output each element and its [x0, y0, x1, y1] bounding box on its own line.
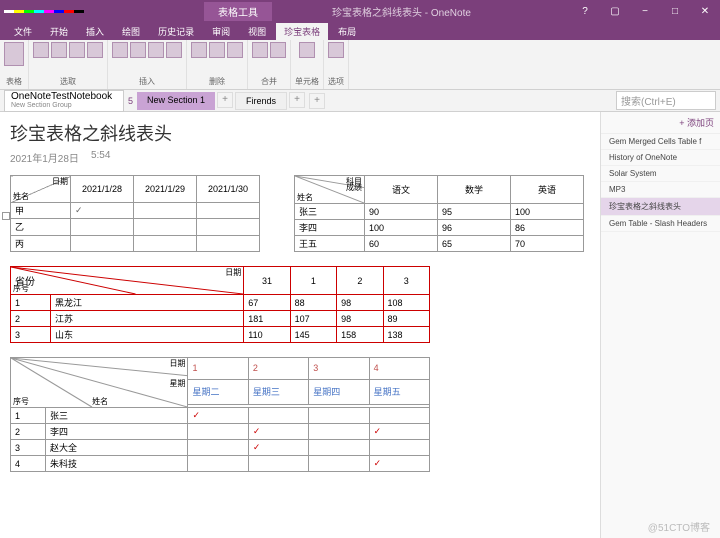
- ribbon-button[interactable]: [112, 42, 128, 58]
- ribbon-button[interactable]: [227, 42, 243, 58]
- menu-bar: 文件开始插入绘图历史记录审阅视图珍宝表格布局: [0, 22, 720, 40]
- ribbon-group-label: 选项: [328, 76, 344, 87]
- ribbon-group-label: 插入: [139, 76, 155, 87]
- ribbon-group-label: 删除: [209, 76, 225, 87]
- add-page-tab[interactable]: +: [289, 92, 305, 108]
- ribbon-group-3: 删除: [187, 40, 248, 89]
- ribbon-group-5: 单元格: [291, 40, 324, 89]
- ribbon-options-button[interactable]: ▢: [600, 0, 630, 22]
- menu-tab-4[interactable]: 历史记录: [150, 23, 202, 40]
- table-4[interactable]: 日期星期姓名序号1234星期二星期三星期四星期五1张三✓2李四✓✓3赵大全✓4朱…: [10, 357, 430, 472]
- contextual-tab-label: 表格工具: [204, 2, 272, 21]
- container-handle[interactable]: [2, 212, 10, 220]
- ribbon-button[interactable]: [148, 42, 164, 58]
- window-title: 珍宝表格之斜线表头 - OneNote: [332, 4, 471, 19]
- page-list-item[interactable]: MP3: [601, 182, 720, 198]
- table-1[interactable]: 日期姓名2021/1/282021/1/292021/1/30甲✓乙丙: [10, 175, 260, 252]
- minimize-button[interactable]: −: [630, 0, 660, 22]
- menu-tab-3[interactable]: 绘图: [114, 23, 148, 40]
- ribbon-button[interactable]: [328, 42, 344, 58]
- notebook-badge: 5: [128, 96, 133, 106]
- page-list-sidebar: + 添加页 Gem Merged Cells Table fHistory of…: [600, 112, 720, 538]
- notebook-name: OneNoteTestNotebook: [11, 92, 117, 101]
- help-button[interactable]: ?: [570, 0, 600, 22]
- notebook-bar: OneNoteTestNotebook New Section Group 5 …: [0, 90, 720, 112]
- ribbon-group-4: 合并: [248, 40, 291, 89]
- section-tab[interactable]: New Section 1: [137, 92, 215, 110]
- ribbon: 表格 选取 插入 删除 合并 单元格选项: [0, 40, 720, 90]
- ribbon-button[interactable]: [252, 42, 268, 58]
- page-list-item[interactable]: 珍宝表格之斜线表头: [601, 198, 720, 216]
- table-2[interactable]: 科目成绩姓名语文数学英语张三9095100李四1009686王五606570: [294, 175, 584, 252]
- ribbon-button[interactable]: [270, 42, 286, 58]
- ribbon-button[interactable]: [166, 42, 182, 58]
- ribbon-button[interactable]: [4, 42, 24, 66]
- ribbon-button[interactable]: [51, 42, 67, 58]
- ribbon-button[interactable]: [209, 42, 225, 58]
- menu-tab-0[interactable]: 文件: [6, 23, 40, 40]
- add-section-button[interactable]: +: [309, 93, 325, 109]
- ribbon-group-1: 选取: [29, 40, 108, 89]
- ribbon-button[interactable]: [130, 42, 146, 58]
- menu-tab-1[interactable]: 开始: [42, 23, 76, 40]
- maximize-button[interactable]: □: [660, 0, 690, 22]
- menu-tab-5[interactable]: 审阅: [204, 23, 238, 40]
- ribbon-group-6: 选项: [324, 40, 349, 89]
- pen-color-row: [4, 9, 84, 13]
- page-list-item[interactable]: Solar System: [601, 166, 720, 182]
- ribbon-group-label: 表格: [6, 76, 22, 87]
- menu-tab-8[interactable]: 布局: [330, 23, 364, 40]
- ribbon-button[interactable]: [69, 42, 85, 58]
- ribbon-group-0: 表格: [0, 40, 29, 89]
- title-bar: 表格工具 珍宝表格之斜线表头 - OneNote ? ▢ − □ ✕: [0, 0, 720, 22]
- ribbon-button[interactable]: [33, 42, 49, 58]
- ribbon-button[interactable]: [191, 42, 207, 58]
- notebook-selector[interactable]: OneNoteTestNotebook New Section Group: [4, 90, 124, 112]
- ribbon-group-label: 单元格: [295, 76, 319, 87]
- watermark: @51CTO博客: [648, 519, 710, 534]
- ribbon-group-label: 选取: [60, 76, 76, 87]
- add-page-tab[interactable]: +: [217, 92, 233, 108]
- menu-tab-2[interactable]: 插入: [78, 23, 112, 40]
- menu-tab-6[interactable]: 视图: [240, 23, 274, 40]
- ribbon-group-2: 插入: [108, 40, 187, 89]
- ribbon-group-label: 合并: [261, 76, 277, 87]
- page-canvas[interactable]: 珍宝表格之斜线表头 2021年1月28日 5:54 日期姓名2021/1/282…: [0, 112, 600, 538]
- section-group-name: New Section Group: [11, 101, 117, 110]
- page-time: 5:54: [91, 150, 110, 165]
- ribbon-button[interactable]: [87, 42, 103, 58]
- section-tab[interactable]: Firends: [235, 92, 287, 110]
- table-3[interactable]: 日期省份序号311231黑龙江6788981082江苏18110798893山东…: [10, 266, 430, 343]
- add-page-button[interactable]: + 添加页: [601, 112, 720, 134]
- page-list-item[interactable]: Gem Merged Cells Table f: [601, 134, 720, 150]
- ribbon-button[interactable]: [299, 42, 315, 58]
- page-list-item[interactable]: History of OneNote: [601, 150, 720, 166]
- close-button[interactable]: ✕: [690, 0, 720, 22]
- page-date: 2021年1月28日: [10, 150, 79, 165]
- menu-tab-7[interactable]: 珍宝表格: [276, 23, 328, 40]
- search-input[interactable]: 搜索(Ctrl+E): [616, 91, 716, 110]
- page-title[interactable]: 珍宝表格之斜线表头: [10, 120, 590, 146]
- page-list-item[interactable]: Gem Table - Slash Headers: [601, 216, 720, 232]
